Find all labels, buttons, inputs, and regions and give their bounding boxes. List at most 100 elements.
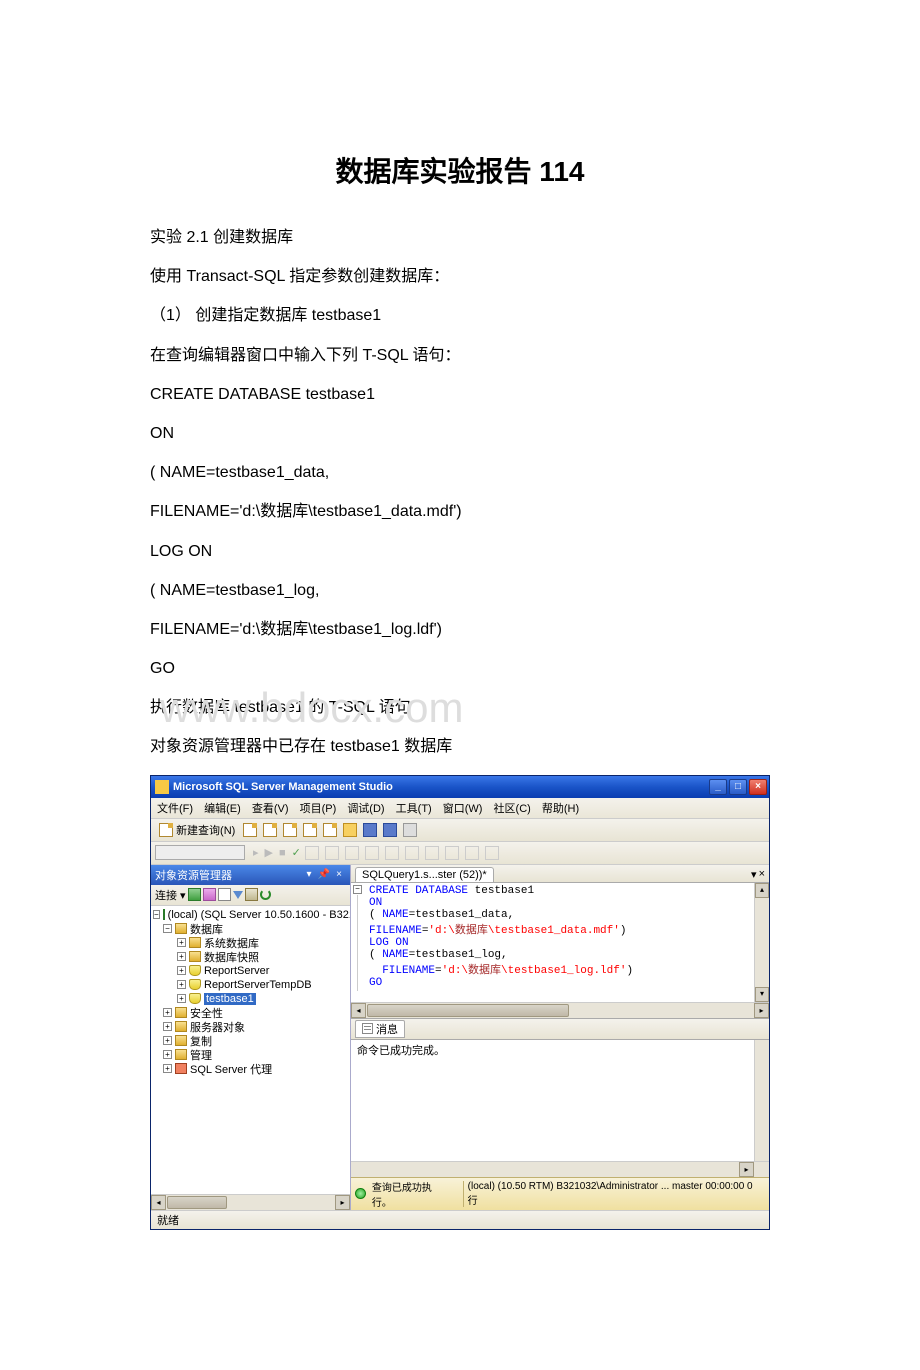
scroll-right-icon[interactable]: ▸	[335, 1195, 350, 1210]
tab-close-icon[interactable]: ×	[759, 868, 765, 881]
messages-vscrollbar[interactable]	[754, 1040, 769, 1161]
connect-icon[interactable]	[188, 888, 201, 901]
toolbar-btn[interactable]	[463, 844, 481, 862]
expand-icon[interactable]: +	[163, 1008, 172, 1017]
maximize-button[interactable]: □	[729, 779, 747, 795]
toolbar-btn[interactable]	[303, 844, 321, 862]
saveall-button[interactable]	[381, 821, 399, 839]
menu-tools[interactable]: 工具(T)	[396, 800, 432, 816]
close-button[interactable]: ×	[749, 779, 767, 795]
database-icon	[189, 993, 201, 1004]
para: 在查询编辑器窗口中输入下列 T-SQL 语句：	[150, 338, 770, 373]
expand-icon[interactable]: +	[163, 1036, 172, 1045]
expand-icon[interactable]: −	[153, 910, 160, 919]
stop-button[interactable]: ■	[279, 847, 286, 859]
connect-label[interactable]: 连接 ▾	[155, 887, 186, 903]
scroll-right-icon[interactable]: ▸	[739, 1162, 754, 1177]
editor-vscrollbar[interactable]: ▴▾	[754, 883, 769, 1002]
toolbar-button[interactable]	[241, 821, 259, 839]
toolbar-btn[interactable]	[383, 844, 401, 862]
tree-server[interactable]: (local) (SQL Server 10.50.1600 - B321032	[168, 909, 350, 921]
messages-hscrollbar[interactable]: ▸	[351, 1161, 769, 1177]
save-button[interactable]	[361, 821, 379, 839]
expand-icon[interactable]: +	[177, 938, 186, 947]
new-query-button[interactable]: 新建查询(N)	[155, 821, 239, 839]
close-panel-icon[interactable]: ×	[332, 868, 346, 882]
tab-dropdown-icon[interactable]: ▾	[751, 868, 757, 881]
tree-testbase1[interactable]: testbase1	[204, 993, 256, 1005]
refresh-icon[interactable]	[260, 889, 271, 900]
toolbar-button[interactable]	[321, 821, 339, 839]
collapse-icon[interactable]: −	[353, 885, 362, 894]
stop-icon[interactable]	[218, 888, 231, 901]
scroll-left-icon[interactable]: ◂	[351, 1003, 366, 1018]
sql-editor[interactable]: −CREATE DATABASE testbase1 ON ( NAME=tes…	[351, 883, 769, 1003]
expand-icon[interactable]: −	[163, 924, 172, 933]
scroll-up-icon[interactable]: ▴	[755, 883, 769, 898]
dropdown-icon[interactable]: ▾	[302, 868, 316, 882]
messages-pane[interactable]: 命令已成功完成。 ▸	[351, 1040, 769, 1177]
toolbar-btn[interactable]	[443, 844, 461, 862]
toolbar-btn[interactable]	[363, 844, 381, 862]
scroll-down-icon[interactable]: ▾	[755, 987, 769, 1002]
object-tree[interactable]: −(local) (SQL Server 10.50.1600 - B32103…	[151, 906, 350, 1078]
menu-file[interactable]: 文件(F)	[157, 800, 193, 816]
query-statusbar: 查询已成功执行。 (local) (10.50 RTM) B321032\Adm…	[351, 1177, 769, 1210]
menu-window[interactable]: 窗口(W)	[443, 800, 483, 816]
parse-button[interactable]: ✓	[292, 846, 301, 859]
filter-icon[interactable]	[233, 891, 243, 899]
expand-icon[interactable]: +	[163, 1064, 172, 1073]
sql-tab[interactable]: SQLQuery1.s...ster (52))*	[355, 867, 494, 882]
toolbar-button[interactable]	[261, 821, 279, 839]
sidebar-scrollbar[interactable]: ◂ ▸	[151, 1194, 350, 1210]
toolbar-btn[interactable]	[343, 844, 361, 862]
toolbar-button[interactable]	[281, 821, 299, 839]
page-icon	[303, 823, 317, 837]
document-body: 实验 2.1 创建数据库 使用 Transact-SQL 指定参数创建数据库： …	[150, 220, 770, 765]
tree-reportservertemp[interactable]: ReportServerTempDB	[204, 979, 312, 991]
menu-project[interactable]: 项目(P)	[300, 800, 337, 816]
menu-view[interactable]: 查看(V)	[252, 800, 289, 816]
server-icon	[163, 909, 165, 920]
pin-icon[interactable]: 📌	[317, 868, 331, 882]
expand-icon[interactable]: +	[177, 980, 186, 989]
database-combo[interactable]	[155, 845, 245, 860]
disconnect-icon[interactable]	[203, 888, 216, 901]
minimize-button[interactable]: _	[709, 779, 727, 795]
tree-agent[interactable]: SQL Server 代理	[190, 1061, 272, 1077]
expand-icon[interactable]: +	[177, 966, 186, 975]
scroll-left-icon[interactable]: ◂	[151, 1195, 166, 1210]
scroll-thumb[interactable]	[367, 1004, 569, 1017]
menu-help[interactable]: 帮助(H)	[542, 800, 579, 816]
toolbar-button[interactable]	[301, 821, 319, 839]
tree-snapshots[interactable]: 数据库快照	[204, 949, 259, 965]
object-explorer-header[interactable]: 对象资源管理器 ▾ 📌 ×	[151, 865, 350, 885]
toolbar-button[interactable]	[401, 821, 419, 839]
messages-tab[interactable]: 消息	[355, 1020, 405, 1038]
execute-button[interactable]: ▸ 执行(X)	[253, 846, 259, 859]
folder-icon	[175, 923, 187, 934]
new-query-label: 新建查询(N)	[176, 822, 235, 838]
editor-hscrollbar[interactable]: ◂ ▸	[351, 1003, 769, 1019]
window-titlebar[interactable]: Microsoft SQL Server Management Studio _…	[151, 776, 769, 798]
toolbar-btn[interactable]	[323, 844, 341, 862]
summary-icon[interactable]	[245, 888, 258, 901]
expand-icon[interactable]: +	[163, 1050, 172, 1059]
tree-reportserver[interactable]: ReportServer	[204, 965, 269, 977]
expand-icon[interactable]: +	[177, 952, 186, 961]
open-button[interactable]	[341, 821, 359, 839]
scroll-thumb[interactable]	[167, 1196, 227, 1209]
toolbar-btn[interactable]	[403, 844, 421, 862]
debug-button[interactable]: ▶	[265, 846, 273, 859]
scroll-right-icon[interactable]: ▸	[754, 1003, 769, 1018]
menu-community[interactable]: 社区(C)	[494, 800, 531, 816]
app-icon	[155, 780, 169, 794]
toolbar-btn[interactable]	[483, 844, 501, 862]
expand-icon[interactable]: +	[177, 994, 186, 1003]
collapse-line	[357, 895, 358, 991]
menu-debug[interactable]: 调试(D)	[347, 800, 384, 816]
para: 实验 2.1 创建数据库	[150, 220, 770, 255]
expand-icon[interactable]: +	[163, 1022, 172, 1031]
toolbar-btn[interactable]	[423, 844, 441, 862]
menu-edit[interactable]: 编辑(E)	[204, 800, 241, 816]
